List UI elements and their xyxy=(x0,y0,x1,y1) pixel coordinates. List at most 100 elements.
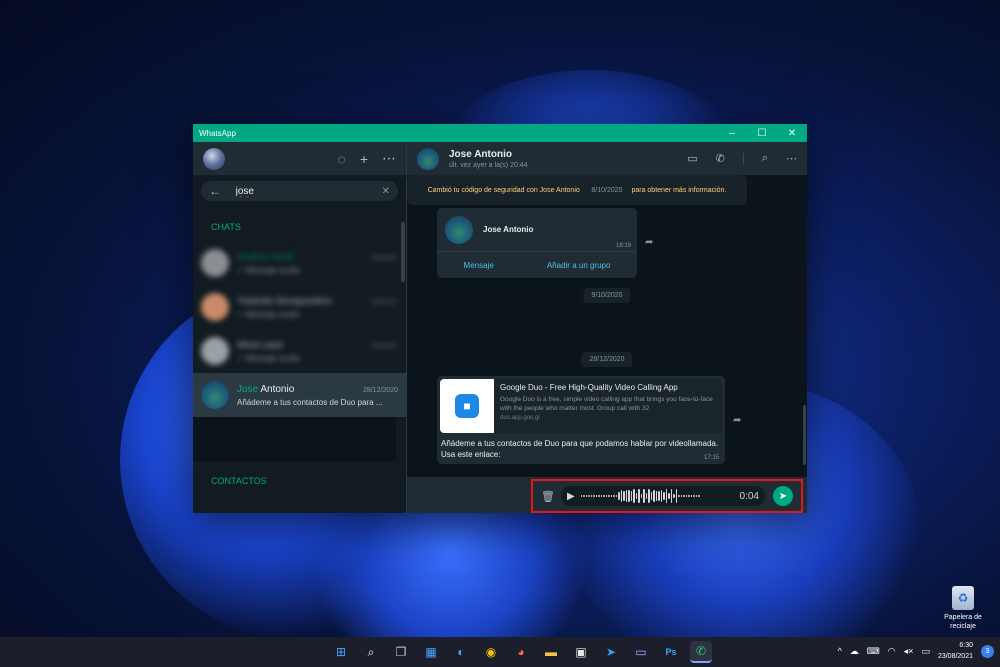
chrome-icon[interactable]: ◉ xyxy=(480,641,502,663)
last-seen-status: últ. vez ayer a la(s) 20:44 xyxy=(449,161,528,169)
wifi-icon[interactable]: ◠ xyxy=(888,646,896,657)
message-time: 17:15 xyxy=(703,455,719,461)
new-chat-icon[interactable]: + xyxy=(360,151,368,167)
chat-list-item[interactable]: Wool case 00/00/21 ✓ Mensaje oculto xyxy=(193,329,406,373)
battery-icon[interactable]: ▭ xyxy=(921,646,930,657)
title-bar[interactable]: WhatsApp – ☐ ✕ xyxy=(193,124,807,142)
store-icon[interactable]: ▣ xyxy=(570,641,592,663)
message-contact-button[interactable]: Mensaje xyxy=(464,261,494,270)
search-icon[interactable]: ⌕ xyxy=(762,152,768,165)
add-to-group-button[interactable]: Añadir a un grupo xyxy=(547,261,611,270)
keyboard-icon[interactable]: ⌨ xyxy=(867,646,880,657)
contacts-section-label: CONTACTOS xyxy=(211,476,267,486)
task-view-icon[interactable]: ❐ xyxy=(390,641,412,663)
notification-badge[interactable]: 3 xyxy=(981,644,994,658)
chat-avatar xyxy=(201,293,229,321)
waveform-bar xyxy=(675,489,678,503)
header-divider xyxy=(742,152,744,165)
sidebar-header: ◌ + ⋯ xyxy=(193,142,406,175)
forward-icon[interactable]: ➦ xyxy=(733,415,741,426)
waveform-bar xyxy=(688,494,690,498)
chat-list-item[interactable]: Yolanda Sexapositivo 00/00/21 ✓ Mensaje … xyxy=(193,285,406,329)
maximize-button[interactable]: ☐ xyxy=(747,124,777,142)
edge-icon[interactable]: ◐ xyxy=(450,641,472,663)
minimize-button[interactable]: – xyxy=(717,124,747,142)
video-call-icon[interactable]: ▭ xyxy=(687,152,697,165)
status-icon[interactable]: ◌ xyxy=(337,151,345,167)
waveform-bar xyxy=(585,494,588,498)
link-preview[interactable]: ■ Google Duo - Free High-Quality Video C… xyxy=(440,379,722,433)
link-description: Google Duo is a free, simple video calli… xyxy=(500,396,713,412)
waveform-bar xyxy=(655,490,658,502)
recycle-bin-label: Papelera de reciclaje xyxy=(944,614,982,630)
chat-list-item-jose-antonio[interactable]: Jose Antonio 28/12/2020 Añádeme a tus co… xyxy=(193,373,406,417)
telegram-icon[interactable]: ➤ xyxy=(600,641,622,663)
waveform-bar xyxy=(670,489,673,503)
security-code-notice[interactable]: Cambió tu código de seguridad con Jose A… xyxy=(407,175,747,205)
chats-section-label: CHATS xyxy=(211,222,241,232)
system-clock[interactable]: 6:30 23/08/2021 xyxy=(938,640,973,662)
start-icon[interactable]: ⊞ xyxy=(330,641,352,663)
play-icon[interactable]: ▶ xyxy=(567,491,575,502)
waveform-bar xyxy=(598,494,600,498)
sidebar-scrollbar[interactable] xyxy=(401,222,405,282)
profile-avatar[interactable] xyxy=(203,147,225,170)
photoshop-icon[interactable]: Ps xyxy=(660,641,682,663)
file-explorer-icon[interactable]: ▬ xyxy=(540,641,562,663)
menu-icon[interactable]: ⋯ xyxy=(786,152,797,165)
waveform-bar xyxy=(583,494,585,498)
waveform-bar xyxy=(633,489,635,503)
remote-desktop-icon[interactable]: ▭ xyxy=(630,641,652,663)
link-preview-message[interactable]: ■ Google Duo - Free High-Quality Video C… xyxy=(437,376,725,464)
chat-date: 28/12/2020 xyxy=(362,386,398,394)
chat-list-item[interactable]: Azalea mesil 00/00/21 ✓ Mensaje oculto xyxy=(193,241,406,285)
shared-contact-name: Jose Antonio xyxy=(483,225,534,234)
chat-date: 00/00/21 xyxy=(370,254,398,262)
recycle-bin[interactable]: ♻ Papelera de reciclaje xyxy=(940,586,986,631)
back-arrow-icon[interactable]: ← xyxy=(209,184,222,198)
widgets-icon[interactable]: ▦ xyxy=(420,641,442,663)
contact-name: Jose Antonio xyxy=(449,148,512,160)
menu-icon[interactable]: ⋯ xyxy=(382,150,396,167)
voice-call-icon[interactable]: ✆ xyxy=(716,152,725,165)
waveform-bar xyxy=(600,494,603,498)
waveform-bar xyxy=(645,492,648,500)
search-icon[interactable]: ⌕ xyxy=(360,641,382,663)
whatsapp-window: WhatsApp – ☐ ✕ ◌ + ⋯ ← ✕ xyxy=(193,124,807,513)
waveform-bar xyxy=(608,494,610,498)
whatsapp-icon[interactable]: ✆ xyxy=(690,641,712,663)
waveform-bar xyxy=(615,494,618,498)
shared-contact-avatar xyxy=(445,215,473,244)
waveform-bar xyxy=(618,492,620,500)
window-title: WhatsApp xyxy=(199,128,236,138)
waveform-bar xyxy=(690,495,693,497)
taskbar: ⊞ ⌕ ❐ ▦ ◐ ◉ ◕ ▬ ▣ ➤ ▭ Ps ✆ ^ ☁ ⌨ ◠ ◂× ▭ … xyxy=(0,637,1000,667)
search-input[interactable] xyxy=(235,185,368,197)
waveform-bar xyxy=(653,489,655,503)
conversation-header[interactable]: Jose Antonio últ. vez ayer a la(s) 20:44… xyxy=(407,142,807,175)
chat-date: 00/00/21 xyxy=(370,298,398,306)
close-button[interactable]: ✕ xyxy=(777,124,807,142)
volume-icon[interactable]: ◂× xyxy=(904,646,914,657)
forward-icon[interactable]: ➦ xyxy=(645,237,653,248)
waveform-bar xyxy=(630,491,633,501)
date-separator: 8/10/2020 xyxy=(583,183,631,198)
waveform-bar xyxy=(650,491,653,501)
clear-search-icon[interactable]: ✕ xyxy=(382,186,390,197)
send-button[interactable]: ➤ xyxy=(773,486,793,506)
voice-note-player[interactable]: ▶ 0:04 xyxy=(561,486,765,506)
search-match-highlight: Jose xyxy=(237,383,259,395)
contact-card-message[interactable]: Jose Antonio 18:19 Mensaje Añadir a un g… xyxy=(437,208,637,278)
chevron-up-icon[interactable]: ^ xyxy=(838,646,842,656)
audio-waveform[interactable] xyxy=(580,488,734,504)
security-notice-text: Cambió tu código de seguridad con Jose A… xyxy=(427,186,580,194)
firefox-icon[interactable]: ◕ xyxy=(510,641,532,663)
onedrive-icon[interactable]: ☁ xyxy=(850,646,859,657)
message-list[interactable]: 8/10/2020 Jose Antonio 18:19 Mensaje Aña… xyxy=(407,175,807,477)
trash-icon[interactable]: 🗑 xyxy=(541,490,555,503)
waveform-bar xyxy=(668,493,670,499)
waveform-bar xyxy=(605,494,608,498)
contact-avatar[interactable] xyxy=(417,147,439,170)
messages-scrollbar[interactable] xyxy=(803,405,806,465)
message-time: 18:19 xyxy=(615,243,631,249)
